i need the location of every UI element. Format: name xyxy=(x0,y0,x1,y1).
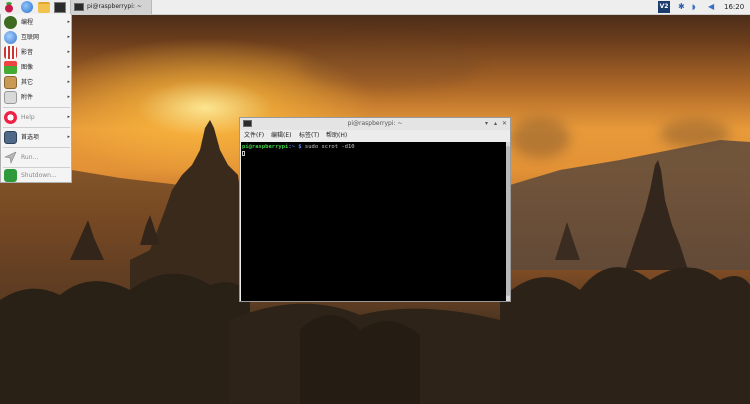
globe-icon[interactable] xyxy=(21,1,33,13)
taskbar-terminal-task[interactable]: pi@raspberrypi: ~ xyxy=(70,0,152,14)
chevron-right-icon: ▸ xyxy=(67,94,70,100)
menu-item-label: 影音 xyxy=(21,49,34,56)
programming-icon xyxy=(4,16,17,29)
minimize-button[interactable]: ▾ xyxy=(482,118,491,130)
menu-item-system-tools[interactable]: 附件 ▸ xyxy=(1,90,72,105)
chevron-right-icon: ▸ xyxy=(67,19,70,25)
menu-help[interactable]: 帮助(H) xyxy=(326,130,347,141)
menu-item-label: 图像 xyxy=(21,64,34,71)
menu-item-accessories[interactable]: 其它 ▸ xyxy=(1,75,72,90)
text-cursor xyxy=(242,151,245,156)
help-icon xyxy=(4,111,17,124)
chevron-right-icon: ▸ xyxy=(67,79,70,85)
run-icon xyxy=(4,151,17,164)
folder-icon[interactable] xyxy=(38,2,50,13)
menu-item-label: Shutdown... xyxy=(21,172,57,179)
raspberry-icon[interactable] xyxy=(3,1,15,13)
menu-item-label: Run... xyxy=(21,154,39,161)
prompt-user: pi@raspberrypi xyxy=(242,144,289,150)
terminal-icon xyxy=(74,3,84,11)
menu-item-internet[interactable]: 互联网 ▸ xyxy=(1,30,72,45)
taskbar: pi@raspberrypi: ~ V2 ✱ ◗ ◀ 16:20 xyxy=(0,0,750,15)
accessories-icon xyxy=(4,76,17,89)
menu-item-preferences[interactable]: 首选项 ▸ xyxy=(1,130,72,145)
chevron-right-icon: ▸ xyxy=(67,134,70,140)
menu-file[interactable]: 文件(F) xyxy=(244,130,264,141)
chevron-right-icon: ▸ xyxy=(67,49,70,55)
terminal-scrollbar[interactable] xyxy=(506,142,510,301)
chevron-right-icon: ▸ xyxy=(67,114,70,120)
menu-item-sound-video[interactable]: 影音 ▸ xyxy=(1,45,72,60)
vnc-icon[interactable]: V2 xyxy=(658,1,670,13)
bluetooth-icon[interactable]: ✱ xyxy=(678,1,685,13)
menu-item-label: 编程 xyxy=(21,19,34,26)
clock[interactable]: 16:20 xyxy=(724,0,744,14)
chevron-right-icon: ▸ xyxy=(67,34,70,40)
menu-item-label: 其它 xyxy=(21,79,34,86)
menu-divider xyxy=(3,147,70,148)
terminal-output[interactable]: pi@raspberrypi:~ $ sudo scrot -d10 xyxy=(241,142,506,301)
terminal-titlebar[interactable]: pi@raspberrypi: ~ ▾ ▴ ✕ xyxy=(240,118,510,130)
chevron-right-icon: ▸ xyxy=(67,64,70,70)
system-tools-icon xyxy=(4,91,17,104)
menu-item-run[interactable]: Run... xyxy=(1,150,72,165)
close-button[interactable]: ✕ xyxy=(500,118,509,130)
menu-item-label: 互联网 xyxy=(21,34,40,41)
menu-item-programming[interactable]: 编程 ▸ xyxy=(1,15,72,30)
command-text: sudo scrot -d10 xyxy=(301,144,355,150)
menu-item-label: 首选项 xyxy=(21,134,40,141)
menu-divider xyxy=(3,107,70,108)
terminal-window[interactable]: pi@raspberrypi: ~ ▾ ▴ ✕ 文件(F) 编辑(E) 标签(T… xyxy=(239,117,511,302)
shutdown-icon xyxy=(4,169,17,182)
menu-divider xyxy=(3,127,70,128)
menu-tabs[interactable]: 标签(T) xyxy=(299,130,319,141)
terminal-menubar: 文件(F) 编辑(E) 标签(T) 帮助(H) xyxy=(240,130,510,141)
menu-edit[interactable]: 编辑(E) xyxy=(271,130,291,141)
menu-item-help[interactable]: Help ▸ xyxy=(1,110,72,125)
internet-icon xyxy=(4,31,17,44)
command-line: pi@raspberrypi:~ $ sudo scrot -d10 xyxy=(242,144,355,150)
wifi-icon[interactable]: ◗ xyxy=(692,1,696,13)
task-title: pi@raspberrypi: ~ xyxy=(87,3,142,10)
window-title: pi@raspberrypi: ~ xyxy=(347,120,403,127)
graphics-icon xyxy=(4,61,17,74)
menu-item-graphics[interactable]: 图像 ▸ xyxy=(1,60,72,75)
volume-icon[interactable]: ◀ xyxy=(708,1,714,13)
maximize-button[interactable]: ▴ xyxy=(491,118,500,130)
prompt-path: :~ $ xyxy=(288,144,302,150)
sound-video-icon xyxy=(4,46,17,59)
preferences-icon xyxy=(4,131,17,144)
scrollbar-thumb[interactable] xyxy=(506,146,510,296)
menu-item-label: 附件 xyxy=(21,94,34,101)
terminal-icon[interactable] xyxy=(54,2,66,13)
terminal-icon xyxy=(243,120,252,127)
menu-item-label: Help xyxy=(21,114,35,121)
application-menu: 编程 ▸ 互联网 ▸ 影音 ▸ 图像 ▸ 其它 ▸ 附件 ▸ Help ▸ 首选… xyxy=(0,14,72,183)
menu-item-shutdown[interactable]: Shutdown... xyxy=(1,168,72,183)
